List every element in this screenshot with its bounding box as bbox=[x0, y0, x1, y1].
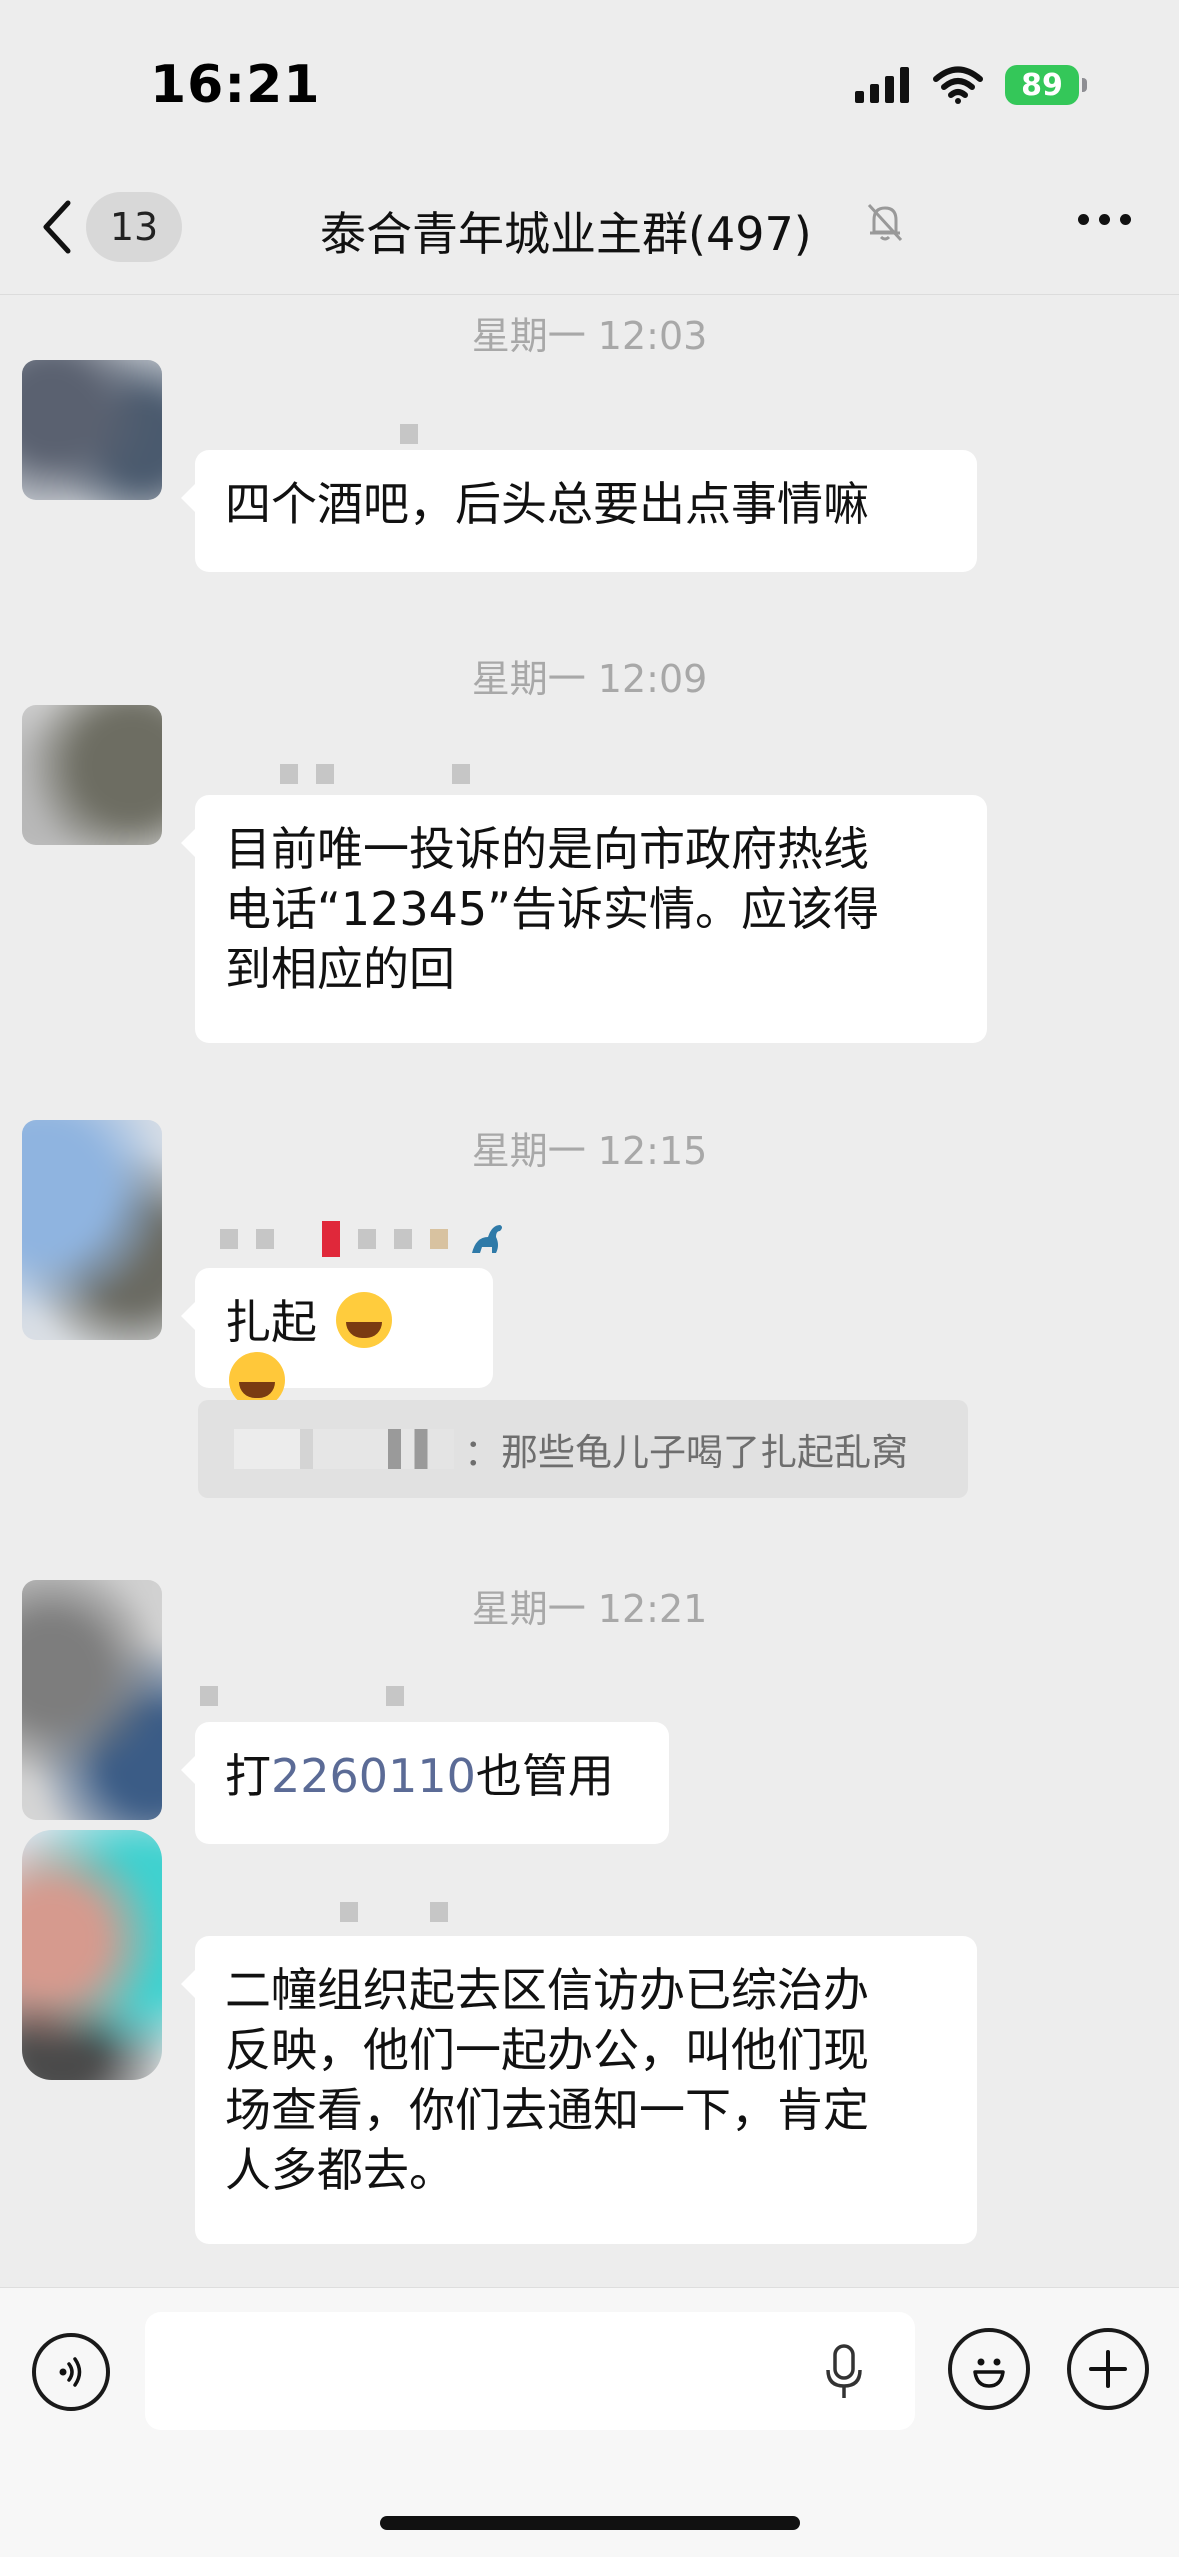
message-text-line: 人多都去。 bbox=[225, 2143, 455, 2197]
message-bubble[interactable]: 扎起 bbox=[181, 1268, 493, 1408]
emoji-button[interactable] bbox=[948, 2328, 1030, 2410]
message-text-suffix: 也管用 bbox=[475, 1749, 614, 1803]
message-text: 四个酒吧，后头总要出点事情嘛 bbox=[225, 477, 869, 531]
cellular-signal-icon bbox=[855, 67, 909, 103]
emoji-icon bbox=[973, 2358, 1005, 2388]
more-dots-icon bbox=[1078, 214, 1089, 225]
battery-indicator: 89 bbox=[1005, 65, 1087, 105]
wifi-icon bbox=[933, 66, 983, 104]
message-timestamp: 星期一 12:03 bbox=[471, 314, 708, 358]
message-text-line: 场查看，你们去通知一下，肯定 bbox=[225, 2083, 869, 2137]
status-icons: 89 bbox=[855, 65, 1087, 105]
message-bubble[interactable]: 二幢组织起去区信访办已综治办 反映，他们一起办公，叫他们现 场查看，你们去通知一… bbox=[181, 1936, 977, 2244]
avatar[interactable] bbox=[22, 1830, 162, 2080]
grinning-face-icon bbox=[335, 1292, 392, 1348]
avatar[interactable] bbox=[22, 1580, 162, 1820]
more-features-button[interactable] bbox=[1067, 2328, 1149, 2410]
chat-header: 13 泰合青年城业主群(497) bbox=[0, 170, 1179, 295]
message-text: 扎起 bbox=[225, 1295, 317, 1349]
unread-count-badge: 13 bbox=[86, 192, 182, 262]
avatar[interactable] bbox=[22, 360, 162, 500]
message-text-line: 电话“12345”告诉实情。应该得 bbox=[225, 882, 879, 936]
battery-level: 89 bbox=[1021, 67, 1063, 103]
sender-name bbox=[210, 760, 470, 788]
quoted-text: ：那些龟儿子喝了扎起乱窝 bbox=[464, 1431, 908, 1474]
sender-name bbox=[200, 1682, 404, 1710]
message-timestamp: 星期一 12:21 bbox=[471, 1587, 708, 1631]
message-bubble[interactable]: 打2260110也管用 bbox=[181, 1722, 669, 1844]
sender-name bbox=[210, 1898, 448, 1926]
message-timestamp: 星期一 12:09 bbox=[471, 657, 708, 701]
message-bubble[interactable]: 目前唯一投诉的是向市政府热线 电话“12345”告诉实情。应该得 到相应的回 bbox=[181, 795, 987, 1043]
message-text-prefix: 打 bbox=[225, 1749, 271, 1803]
message-text-line: 目前唯一投诉的是向市政府热线 bbox=[225, 822, 869, 876]
quoted-sender-masked bbox=[234, 1429, 454, 1469]
message-text-line: 到相应的回 bbox=[225, 942, 455, 996]
avatar[interactable] bbox=[22, 1120, 162, 1340]
status-time: 16:21 bbox=[150, 55, 321, 115]
voice-toggle-icon bbox=[59, 2357, 82, 2387]
more-options-button[interactable] bbox=[1078, 214, 1131, 225]
message-text-line: 反映，他们一起办公，叫他们现 bbox=[225, 2023, 869, 2077]
message-timestamp: 星期一 12:15 bbox=[471, 1129, 708, 1173]
home-indicator[interactable] bbox=[380, 2516, 800, 2530]
sender-name bbox=[210, 420, 418, 448]
quoted-message[interactable]: ：那些龟儿子喝了扎起乱窝 bbox=[198, 1400, 968, 1498]
message-text-line: 二幢组织起去区信访办已综治办 bbox=[225, 1963, 869, 2017]
voice-toggle-button[interactable] bbox=[32, 2333, 110, 2411]
sender-name bbox=[210, 1221, 506, 1257]
back-chevron-icon bbox=[43, 200, 71, 254]
dinosaur-emoji-icon bbox=[472, 1225, 502, 1253]
mute-bell-icon bbox=[867, 203, 903, 242]
microphone-icon[interactable] bbox=[822, 2342, 866, 2402]
message-bubble[interactable]: 四个酒吧，后头总要出点事情嘛 bbox=[181, 450, 977, 572]
plus-icon bbox=[1089, 2350, 1127, 2388]
back-button[interactable]: 13 bbox=[40, 192, 182, 262]
status-bar: 16:21 89 bbox=[0, 0, 1179, 170]
message-input[interactable] bbox=[145, 2312, 915, 2430]
phone-number-link[interactable]: 2260110 bbox=[271, 1749, 476, 1803]
chat-title[interactable]: 泰合青年城业主群(497) bbox=[320, 198, 812, 264]
avatar[interactable] bbox=[22, 705, 162, 845]
